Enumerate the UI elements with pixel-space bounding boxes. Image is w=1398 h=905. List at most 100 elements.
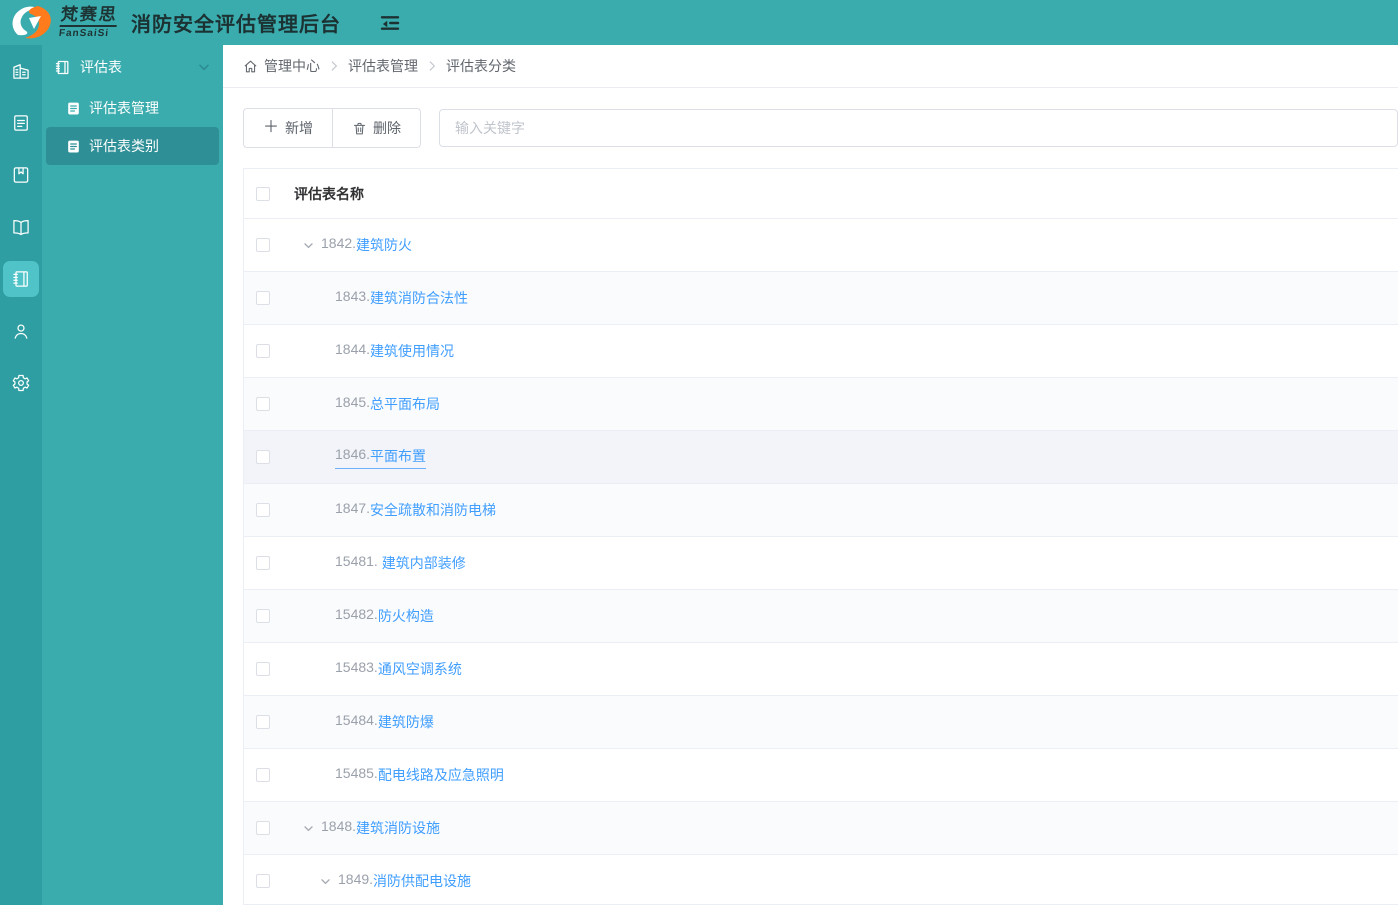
- delete-button[interactable]: 删除: [333, 108, 422, 148]
- category-id: 15485.: [335, 765, 378, 781]
- delete-button-label: 删除: [373, 120, 402, 136]
- category-link[interactable]: 1844. 建筑使用情况: [335, 341, 454, 361]
- category-name: 配电线路及应急照明: [377, 767, 504, 783]
- category-id: 15482.: [335, 606, 378, 622]
- expand-chevron-icon[interactable]: [302, 239, 315, 252]
- sidebar-item-assessment-category[interactable]: 评估表类别: [46, 127, 219, 165]
- category-link[interactable]: 1848. 建筑消防设施: [321, 818, 440, 838]
- row-checkbox[interactable]: [256, 291, 270, 305]
- category-name: 平面布置: [370, 447, 427, 464]
- category-link[interactable]: 1842. 建筑防火: [321, 235, 412, 255]
- toolbar: ＋ 新增 删除: [243, 108, 1398, 148]
- button-group: ＋ 新增 删除: [243, 108, 422, 148]
- category-name: 建筑防爆: [377, 714, 434, 730]
- row-checkbox[interactable]: [256, 450, 270, 464]
- document-filled-icon: [68, 140, 79, 152]
- category-link[interactable]: 15483. 通风空调系统: [335, 659, 462, 679]
- category-link[interactable]: 15485. 配电线路及应急照明: [335, 765, 504, 785]
- category-link[interactable]: 15484. 建筑防爆: [335, 712, 434, 732]
- category-id: 15484.: [335, 712, 378, 728]
- table-row: 15484. 建筑防爆: [244, 696, 1398, 749]
- plus-icon: ＋: [263, 119, 280, 136]
- breadcrumb-item-assessment-category[interactable]: 评估表分类: [446, 56, 516, 76]
- brand-name-cn: 梵赛思: [59, 5, 119, 27]
- expand-chevron-icon[interactable]: [319, 875, 332, 888]
- building-icon[interactable]: [3, 53, 39, 89]
- assessment-table: 评估表名称 1842. 建筑防火 1843. 建筑消防合法性 1844. 建筑使…: [243, 168, 1398, 905]
- row-checkbox[interactable]: [256, 556, 270, 570]
- table-row: 15482. 防火构造: [244, 590, 1398, 643]
- chevron-right-icon: [429, 61, 436, 71]
- document-filled-icon: [68, 102, 79, 114]
- category-id: 1845.: [335, 394, 371, 410]
- table-row: 1845. 总平面布局: [244, 378, 1398, 431]
- category-name: 建筑内部装修: [381, 555, 466, 571]
- row-checkbox[interactable]: [256, 715, 270, 729]
- category-id: 1847.: [335, 500, 371, 516]
- book-bookmark-icon[interactable]: [3, 157, 39, 193]
- category-id: 1849.: [338, 871, 374, 887]
- category-id: 15483.: [335, 659, 378, 675]
- breadcrumb-item-assessment-management[interactable]: 评估表管理: [348, 56, 418, 76]
- select-all-checkbox[interactable]: [256, 186, 270, 201]
- table-header-row: 评估表名称: [244, 169, 1398, 219]
- column-header: 评估表名称: [294, 185, 364, 202]
- category-link[interactable]: 1846. 平面布置: [335, 445, 427, 469]
- table-row: 1844. 建筑使用情况: [244, 325, 1398, 378]
- add-button[interactable]: ＋ 新增: [243, 108, 334, 148]
- brand-logo: 梵赛思 FanSaiSi: [8, 4, 119, 42]
- breadcrumb-item-management-center[interactable]: 管理中心: [264, 56, 320, 76]
- table-row: 1849. 消防供配电设施: [244, 855, 1398, 904]
- row-checkbox[interactable]: [256, 503, 270, 517]
- row-checkbox[interactable]: [256, 397, 270, 411]
- category-id: 1848.: [321, 818, 357, 834]
- row-checkbox[interactable]: [256, 238, 270, 252]
- category-name: 消防供配电设施: [373, 873, 472, 889]
- row-checkbox[interactable]: [256, 874, 270, 888]
- notebook-icon: [55, 60, 69, 74]
- open-book-icon[interactable]: [3, 209, 39, 245]
- row-checkbox[interactable]: [256, 609, 270, 623]
- category-link[interactable]: 1847. 安全疏散和消防电梯: [335, 500, 496, 520]
- category-id: 1846.: [335, 445, 371, 462]
- menu-collapse-icon[interactable]: [377, 12, 403, 34]
- document-icon[interactable]: [3, 105, 39, 141]
- row-checkbox[interactable]: [256, 821, 270, 835]
- category-name: 建筑防火: [356, 237, 413, 253]
- category-name: 安全疏散和消防电梯: [370, 502, 497, 518]
- category-name: 建筑消防合法性: [370, 290, 469, 306]
- category-name: 总平面布局: [370, 396, 441, 412]
- notebook-icon[interactable]: [3, 261, 39, 297]
- table-row: 1848. 建筑消防设施: [244, 802, 1398, 855]
- breadcrumb: 管理中心 评估表管理 评估表分类: [223, 45, 1398, 88]
- category-link[interactable]: 15481. 建筑内部装修: [335, 553, 466, 573]
- sidebar-group-pingguba[interactable]: 评估表: [42, 45, 223, 89]
- gear-icon[interactable]: [3, 365, 39, 401]
- row-checkbox[interactable]: [256, 344, 270, 358]
- category-link[interactable]: 1849. 消防供配电设施: [338, 871, 471, 891]
- expand-chevron-icon[interactable]: [302, 822, 315, 835]
- table-body: 1842. 建筑防火 1843. 建筑消防合法性 1844. 建筑使用情况 18…: [244, 219, 1398, 904]
- category-link[interactable]: 1843. 建筑消防合法性: [335, 288, 468, 308]
- category-name: 防火构造: [377, 608, 434, 624]
- category-link[interactable]: 15482. 防火构造: [335, 606, 434, 626]
- add-button-label: 新增: [285, 120, 314, 136]
- chevron-down-icon: [199, 64, 209, 71]
- sidebar-group-label: 评估表: [80, 59, 122, 75]
- table-row: 15481. 建筑内部装修: [244, 537, 1398, 590]
- table-row: 1846. 平面布置: [244, 431, 1398, 484]
- app-window: 梵赛思 FanSaiSi 消防安全评估管理后台 评估表 评估表管理 评估表类别 …: [0, 0, 1398, 905]
- search-input[interactable]: [439, 109, 1398, 147]
- row-checkbox[interactable]: [256, 662, 270, 676]
- row-checkbox[interactable]: [256, 768, 270, 782]
- category-name: 通风空调系统: [377, 661, 462, 677]
- chevron-right-icon: [331, 61, 338, 71]
- category-link[interactable]: 1845. 总平面布局: [335, 394, 440, 414]
- category-id: 15481.: [335, 553, 382, 569]
- brand-name-en: FanSaiSi: [58, 28, 110, 39]
- sidebar-item-assessment-management[interactable]: 评估表管理: [46, 89, 219, 127]
- category-name: 建筑使用情况: [370, 343, 455, 359]
- home-icon: [244, 60, 257, 72]
- category-id: 1843.: [335, 288, 371, 304]
- user-icon[interactable]: [3, 313, 39, 349]
